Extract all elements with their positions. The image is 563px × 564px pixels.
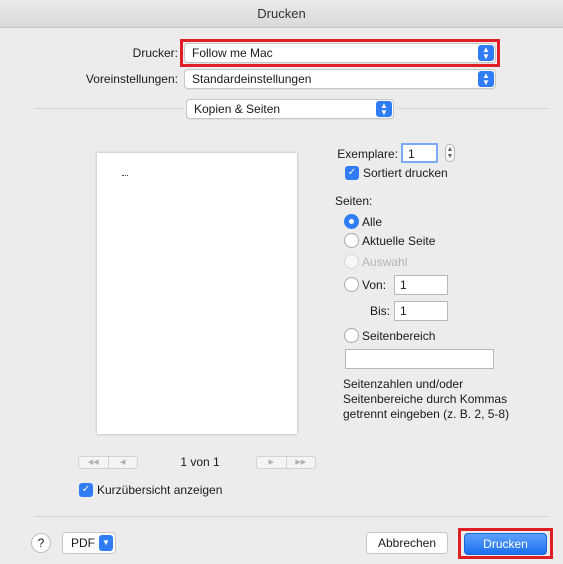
pages-all-radio[interactable] <box>344 214 359 229</box>
last-page-icon[interactable]: ▶▶ <box>285 457 316 468</box>
pages-current-label: Aktuelle Seite <box>362 234 436 248</box>
presets-label: Voreinstellungen: <box>85 72 178 86</box>
copies-input[interactable]: 1 <box>401 143 438 163</box>
cancel-button[interactable]: Abbrechen <box>366 532 448 554</box>
copies-label: Exemplare: <box>337 147 398 161</box>
first-page-icon[interactable]: ◀◀ <box>79 457 108 468</box>
section-popup[interactable]: Kopien & Seiten ▲ ▼ <box>186 99 394 119</box>
window-title: Drucken <box>0 0 563 28</box>
separator <box>34 108 184 109</box>
pdf-label: PDF <box>71 536 95 550</box>
preview-content-mark <box>122 175 128 177</box>
thumbnail-label: Kurzübersicht anzeigen <box>97 483 223 497</box>
pages-current-radio[interactable] <box>344 233 359 248</box>
separator <box>397 108 549 109</box>
pages-to-label: Bis: <box>369 304 390 318</box>
pages-hint: Seitenzahlen und/oder Seitenbereiche dur… <box>343 377 510 421</box>
page-preview <box>97 153 297 434</box>
pages-range-input[interactable] <box>345 349 494 369</box>
next-page-icon[interactable]: ▶ <box>257 457 286 468</box>
collate-checkbox[interactable]: ✓ <box>345 166 359 180</box>
pages-from-radio[interactable] <box>344 277 359 292</box>
chevron-down-icon: ▼ <box>99 535 113 551</box>
updown-arrows-icon: ▲ ▼ <box>376 101 392 117</box>
collate-label: Sortiert drucken <box>363 166 448 180</box>
pages-range-radio[interactable] <box>344 328 359 343</box>
footer-separator <box>34 516 549 517</box>
pdf-menu-button[interactable]: PDF ▼ <box>62 532 116 554</box>
presets-popup[interactable]: Standardeinstellungen ▲ ▼ <box>184 69 496 89</box>
page-counter: 1 von 1 <box>180 455 220 469</box>
section-value: Kopien & Seiten <box>194 102 281 116</box>
pages-selection-radio <box>344 254 359 269</box>
presets-value: Standardeinstellungen <box>192 72 312 86</box>
preview-forward-buttons[interactable]: ▶ ▶▶ <box>256 456 316 469</box>
pages-to-input[interactable]: 1 <box>394 301 448 321</box>
thumbnail-checkbox[interactable]: ✓ <box>79 483 93 497</box>
help-button[interactable]: ? <box>31 533 51 553</box>
preview-back-buttons[interactable]: ◀◀ ◀ <box>78 456 138 469</box>
printer-label: Drucker: <box>132 46 178 60</box>
pages-from-label: Von: <box>362 278 387 292</box>
updown-arrows-icon: ▲ ▼ <box>478 71 494 87</box>
print-highlight <box>458 528 553 559</box>
pages-label: Seiten: <box>335 194 373 208</box>
printer-highlight <box>180 39 500 67</box>
pages-selection-label: Auswahl <box>362 255 408 269</box>
pages-all-label: Alle <box>362 215 383 229</box>
copies-stepper[interactable]: ▲ ▼ <box>445 144 455 162</box>
previous-page-icon[interactable]: ◀ <box>107 457 138 468</box>
pages-from-input[interactable]: 1 <box>394 275 448 295</box>
pages-range-label: Seitenbereich <box>362 329 436 343</box>
